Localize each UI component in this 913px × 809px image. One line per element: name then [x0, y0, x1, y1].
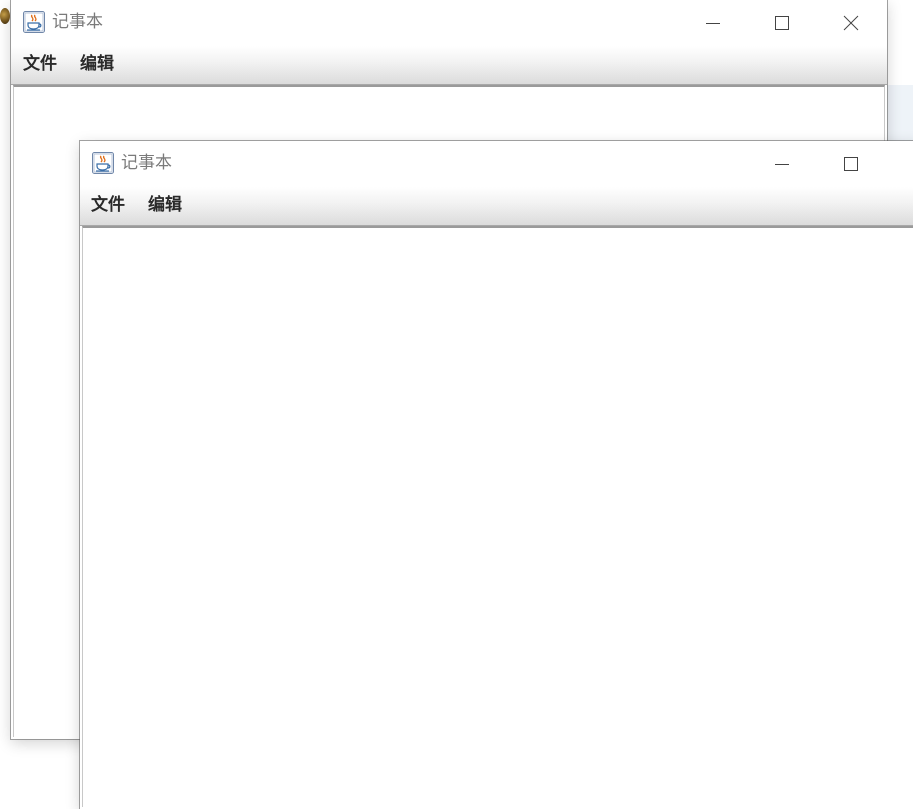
menu-bar: 文件 编辑	[11, 46, 887, 85]
maximize-icon	[775, 16, 789, 30]
close-icon	[843, 15, 859, 31]
minimize-button[interactable]	[679, 0, 747, 46]
title-bar[interactable]: 记事本	[80, 141, 913, 187]
menu-edit[interactable]: 编辑	[80, 52, 114, 76]
minimize-icon	[706, 23, 720, 24]
menu-file[interactable]: 文件	[91, 193, 125, 217]
title-bar[interactable]: 记事本	[11, 0, 887, 46]
window-title: 记事本	[52, 12, 103, 32]
maximize-icon	[844, 157, 858, 171]
close-button[interactable]	[817, 0, 885, 46]
notepad-window-front: 记事本 文件 编辑	[80, 141, 913, 809]
background-app-icon	[0, 8, 10, 24]
text-area[interactable]	[82, 226, 913, 807]
menu-bar: 文件 编辑	[80, 187, 913, 226]
minimize-button[interactable]	[748, 141, 816, 187]
java-cup-icon	[92, 152, 114, 174]
background-window-edge	[0, 0, 11, 801]
java-cup-icon	[23, 11, 45, 33]
background-toolbar-strip	[887, 85, 913, 145]
window-title: 记事本	[121, 153, 172, 173]
menu-file[interactable]: 文件	[23, 52, 57, 76]
maximize-button[interactable]	[817, 141, 885, 187]
minimize-icon	[775, 164, 789, 165]
menu-edit[interactable]: 编辑	[148, 193, 182, 217]
maximize-button[interactable]	[748, 0, 816, 46]
